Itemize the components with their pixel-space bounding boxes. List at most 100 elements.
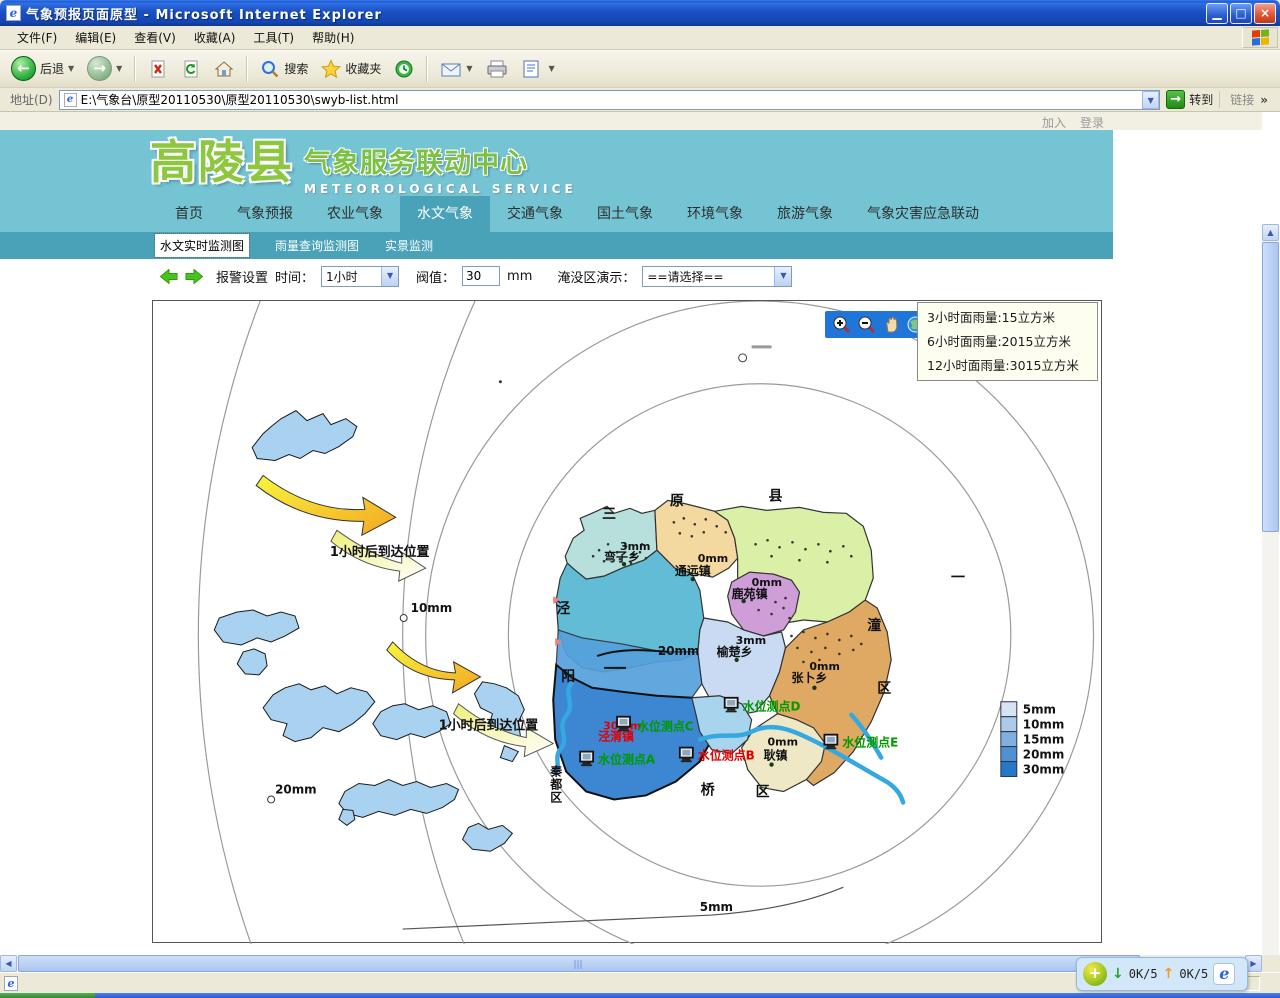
nav-disaster-emergency[interactable]: 气象灾害应急联动 [850, 196, 996, 232]
links-button[interactable]: 链接 » [1219, 91, 1276, 108]
rain-luyuan: 0mm [752, 576, 782, 589]
map-zoom-in-icon[interactable] [832, 315, 850, 334]
scrollbar-corner [1262, 955, 1280, 972]
hydrology-map[interactable]: 10mm 20mm 5mm [152, 300, 1102, 943]
upload-speed: 0K/5 [1179, 967, 1208, 981]
menu-favorites[interactable]: 收藏(A) [185, 26, 245, 49]
rain-zhangbu: 0mm [809, 660, 839, 673]
legend-5mm: 5mm [1023, 703, 1056, 717]
back-dropdown-icon[interactable]: ▼ [68, 64, 74, 73]
vertical-scrollbar[interactable]: ▲ ▼ [1262, 224, 1279, 955]
mail-button[interactable]: ▼ [435, 57, 477, 81]
tab-realtime-monitor-map[interactable]: 水文实时监测图 [155, 234, 249, 257]
nav-tourism[interactable]: 旅游气象 [760, 196, 850, 232]
isoline-10mm-label: 10mm [411, 601, 453, 615]
menu-file[interactable]: 文件(F) [8, 26, 66, 49]
menu-tools[interactable]: 工具(T) [244, 26, 303, 49]
maximize-button[interactable]: □ [1230, 3, 1252, 24]
nav-land[interactable]: 国土气象 [580, 196, 670, 232]
print-button[interactable] [481, 57, 513, 81]
station-b-label[interactable]: 水位测点B [698, 748, 755, 763]
horizontal-scroll-thumb[interactable] [18, 955, 1140, 972]
address-label: 地址(D) [4, 91, 59, 108]
legend-10mm: 10mm [1023, 718, 1065, 732]
close-button[interactable]: × [1254, 3, 1276, 24]
status-page-icon: e [4, 976, 18, 991]
map-zoom-out-icon[interactable] [857, 315, 875, 334]
next-arrow-icon[interactable] [185, 269, 203, 284]
ie-launcher-icon[interactable]: e [1213, 963, 1235, 985]
network-speed-widget[interactable]: + ↓ 0K/5 ↑ 0K/5 e [1076, 957, 1248, 991]
stop-button[interactable] [143, 57, 173, 81]
join-link[interactable]: 加入 [1042, 114, 1066, 131]
forward-button[interactable]: → ▼ [82, 54, 127, 83]
map-canvas[interactable]: 10mm 20mm 5mm [153, 301, 1103, 944]
time-select-value: 1小时 [322, 268, 381, 285]
rainfall-3h: 3小时面雨量:15立方米 [927, 306, 1088, 330]
back-button[interactable]: ← 后退 ▼ [6, 54, 79, 83]
menu-view[interactable]: 查看(V) [125, 26, 185, 49]
prev-arrow-icon[interactable] [160, 269, 178, 284]
scroll-up-icon[interactable]: ▲ [1262, 224, 1279, 241]
geo-qindu-3: 区 [550, 790, 562, 804]
address-input[interactable] [81, 93, 1143, 107]
threshold-input[interactable] [462, 266, 500, 286]
vertical-scroll-thumb[interactable] [1262, 242, 1279, 532]
scroll-left-icon[interactable]: ◀ [0, 955, 17, 972]
station-e-label[interactable]: 水位测点E [842, 735, 898, 750]
nav-traffic[interactable]: 交通气象 [490, 196, 580, 232]
favorites-button[interactable]: 收藏夹 [316, 57, 386, 81]
rain-wanzi: 3mm [620, 540, 650, 553]
home-button[interactable] [209, 57, 239, 81]
go-button[interactable]: → 转到 [1166, 90, 1213, 109]
rainfall-6h: 6小时面雨量:2015立方米 [927, 330, 1088, 354]
sub-nav: 水文实时监测图 雨量查询监测图 实景监测 [0, 232, 1113, 259]
nav-environment[interactable]: 环境气象 [670, 196, 760, 232]
station-c-label[interactable]: 水位测点C [637, 719, 694, 734]
toolbar-overflow-icon[interactable]: ▼ [549, 64, 555, 73]
top-links-strip: 加入 登录 [0, 112, 1262, 130]
station-d-label[interactable]: 水位测点D [743, 699, 801, 714]
go-arrow-icon: → [1166, 90, 1185, 109]
start-button-edge[interactable] [0, 993, 95, 998]
main-nav: 首页 气象预报 农业气象 水文气象 交通气象 国土气象 环境气象 旅游气象 气象… [0, 196, 1113, 232]
alarm-settings-label: 报警设置 [216, 267, 268, 286]
flood-select-value: ==请选择== [643, 268, 774, 285]
station-a-label[interactable]: 水位测点A [598, 752, 656, 767]
home-icon [214, 59, 234, 79]
refresh-button[interactable] [176, 57, 206, 81]
tab-rainfall-query-map[interactable]: 雨量查询监测图 [275, 237, 359, 254]
inner-20mm-label: 20mm [658, 644, 700, 658]
forward-dropdown-icon[interactable]: ▼ [116, 64, 122, 73]
history-button[interactable] [389, 57, 419, 81]
forward-arrow-icon: → [87, 56, 112, 81]
map-pan-hand-icon[interactable] [882, 315, 900, 334]
taskbar-strip[interactable] [0, 993, 1280, 998]
flood-demo-select[interactable]: ==请选择== ▼ [642, 266, 792, 287]
nav-hydrology[interactable]: 水文气象 [400, 196, 490, 232]
minimize-button[interactable]: ▁ [1206, 3, 1228, 24]
geo-sanyuan-2: 原 [670, 493, 684, 509]
area-rainfall-infobox: 3小时面雨量:15立方米 6小时面雨量:2015立方米 12小时面雨量:3015… [917, 302, 1098, 381]
mail-dropdown-icon[interactable]: ▼ [466, 64, 472, 73]
horizontal-scrollbar[interactable]: ◀ ▶ [0, 955, 1262, 972]
tab-live-monitor[interactable]: 实景监测 [385, 237, 433, 254]
menu-help[interactable]: 帮助(H) [303, 26, 363, 49]
geo-lintong-2: 区 [877, 681, 891, 697]
menu-edit[interactable]: 编辑(E) [66, 26, 125, 49]
security-suite-icon[interactable]: + [1083, 962, 1107, 986]
nav-weather-forecast[interactable]: 气象预报 [220, 196, 310, 232]
address-field[interactable]: e ▼ [59, 90, 1161, 110]
rain-tongyuan: 0mm [698, 552, 728, 565]
search-button[interactable]: 搜索 [255, 57, 313, 81]
stop-icon [148, 59, 168, 79]
address-dropdown-icon[interactable]: ▼ [1142, 91, 1159, 109]
alarm-controls: 报警设置 时间： 1小时 ▼ 阀值： mm 淹没区演示： ==请选择== ▼ [0, 259, 1113, 293]
time-label: 时间： [275, 267, 314, 286]
time-select[interactable]: 1小时 ▼ [321, 266, 399, 287]
printer-icon [486, 59, 508, 79]
edit-button[interactable] [516, 57, 546, 81]
nav-agriculture[interactable]: 农业气象 [310, 196, 400, 232]
login-link[interactable]: 登录 [1080, 114, 1104, 131]
nav-home[interactable]: 首页 [158, 196, 220, 232]
